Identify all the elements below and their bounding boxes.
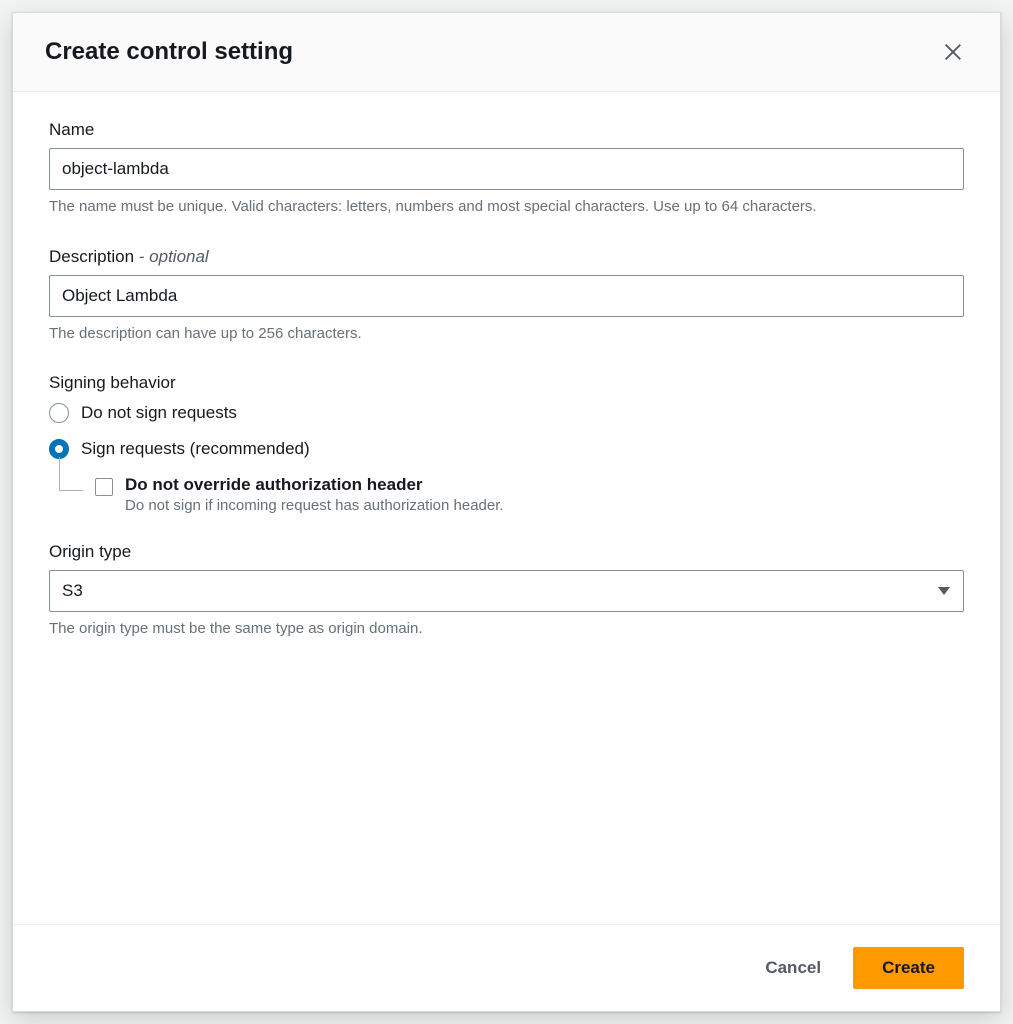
- description-label-text: Description: [49, 247, 134, 266]
- close-button[interactable]: [938, 37, 968, 67]
- origin-type-label: Origin type: [49, 542, 964, 562]
- description-input[interactable]: [49, 275, 964, 317]
- modal-body: Name The name must be unique. Valid char…: [13, 92, 1000, 924]
- cancel-button[interactable]: Cancel: [757, 948, 829, 988]
- name-label: Name: [49, 120, 964, 140]
- radio-do-not-sign[interactable]: Do not sign requests: [49, 403, 964, 423]
- tree-connector-icon: [59, 457, 83, 491]
- modal-header: Create control setting: [13, 13, 1000, 92]
- override-checkbox-label: Do not override authorization header: [125, 475, 964, 495]
- radio-do-not-sign-label: Do not sign requests: [81, 403, 237, 423]
- create-control-setting-modal: Create control setting Name The name mus…: [12, 12, 1001, 1012]
- override-content: Do not override authorization header Do …: [125, 475, 964, 514]
- description-optional: - optional: [134, 247, 209, 266]
- origin-type-help-text: The origin type must be the same type as…: [49, 618, 964, 641]
- description-group: Description - optional The description c…: [49, 247, 964, 346]
- name-group: Name The name must be unique. Valid char…: [49, 120, 964, 219]
- radio-icon: [49, 403, 69, 423]
- origin-type-group: Origin type S3 The origin type must be t…: [49, 542, 964, 641]
- modal-title: Create control setting: [45, 38, 293, 66]
- create-button[interactable]: Create: [853, 947, 964, 989]
- description-label: Description - optional: [49, 247, 964, 267]
- description-help-text: The description can have up to 256 chara…: [49, 323, 964, 346]
- override-checkbox[interactable]: [95, 478, 113, 496]
- origin-type-select-wrapper: S3: [49, 570, 964, 612]
- origin-type-select[interactable]: S3: [49, 570, 964, 612]
- name-input[interactable]: [49, 148, 964, 190]
- radio-sign-requests-label: Sign requests (recommended): [81, 439, 310, 459]
- nested-override-option: Do not override authorization header Do …: [59, 475, 964, 514]
- signing-radio-group: Do not sign requests Sign requests (reco…: [49, 403, 964, 514]
- name-help-text: The name must be unique. Valid character…: [49, 196, 964, 219]
- close-icon: [942, 41, 964, 63]
- origin-type-value: S3: [62, 581, 83, 601]
- radio-icon-checked: [49, 439, 69, 459]
- radio-sign-requests[interactable]: Sign requests (recommended): [49, 439, 964, 459]
- modal-footer: Cancel Create: [13, 924, 1000, 1011]
- signing-behavior-group: Signing behavior Do not sign requests Si…: [49, 373, 964, 514]
- override-checkbox-desc: Do not sign if incoming request has auth…: [125, 497, 964, 514]
- signing-behavior-label: Signing behavior: [49, 373, 964, 393]
